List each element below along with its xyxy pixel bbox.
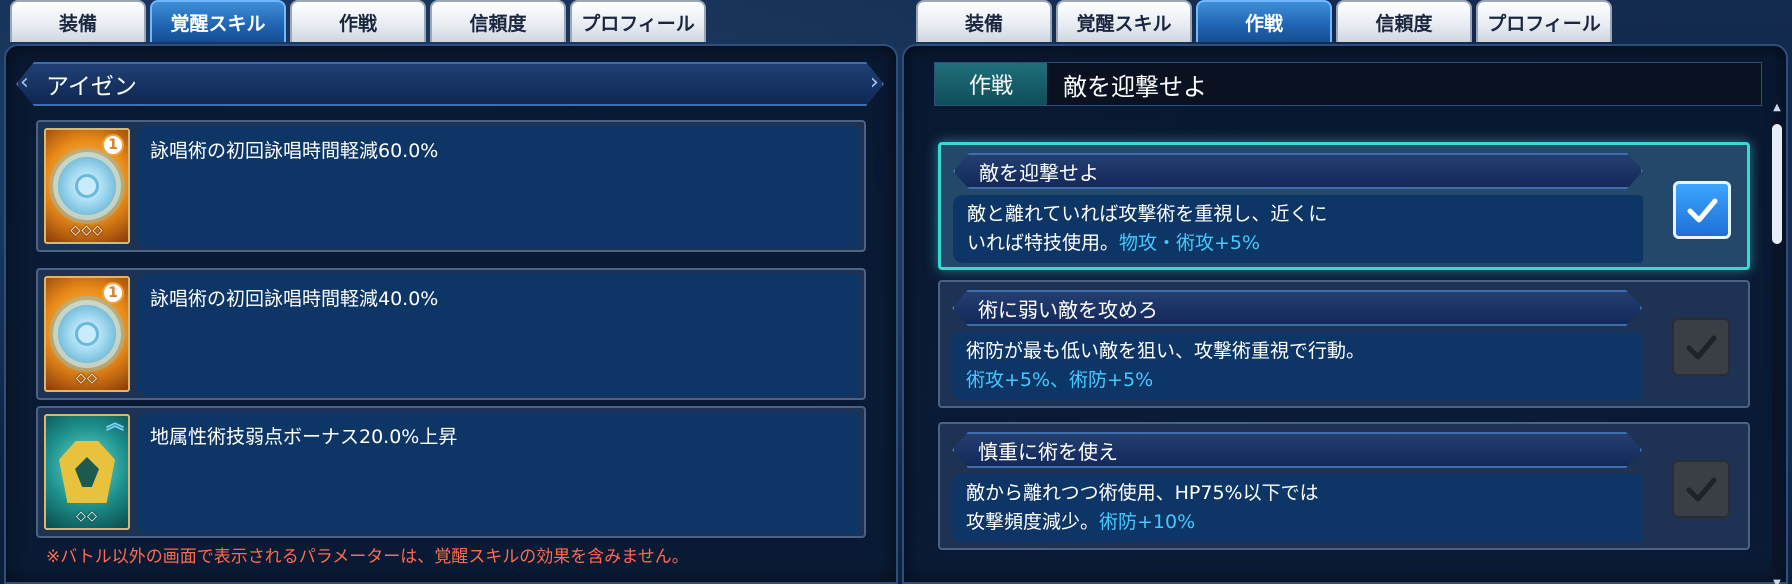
character-name: アイゼン [46, 74, 137, 100]
chevron-left-icon: ‹ [20, 70, 29, 95]
skill-icon: ︽ ◇◇ [44, 414, 130, 530]
tab-awakening-skill[interactable]: 覚醒スキル [150, 0, 286, 42]
tactic-desc-line1: 術防が最も低い敵を狙い、攻撃術重視で行動。 [966, 340, 1366, 362]
checkmark-icon [1686, 477, 1717, 502]
game-screen: 装備 覚醒スキル 作戦 信頼度 プロフィール 装備 覚醒スキル 作戦 信頼度 プ… [0, 0, 1792, 584]
tactic-card[interactable]: 慎重に術を使え 敵から離れつつ術使用、HP75%以下では 攻撃頻度減少。術防+1… [938, 422, 1750, 550]
strategy-label: 作戦 [935, 63, 1047, 105]
upgrade-badge-icon: 1 [102, 134, 124, 156]
tactic-checkbox[interactable] [1672, 318, 1730, 376]
tactic-desc-line2: 攻撃頻度減少。術防+10% [966, 508, 1628, 537]
tactic-desc-line1: 敵と離れていれば攻撃術を重視し、近くに [967, 203, 1328, 225]
tactic-title-text: 術に弱い敵を攻めろ [978, 297, 1158, 322]
skill-description: 地属性術技弱点ボーナス20.0%上昇 [138, 412, 860, 534]
tactic-title: 慎重に術を使え [952, 432, 1642, 468]
tab-strategy[interactable]: 作戦 [1196, 0, 1332, 42]
tactic-title-text: 敵を迎撃せよ [979, 160, 1099, 185]
tactic-desc-line2: いれば特技使用。物攻・術攻+5% [967, 229, 1629, 258]
tactic-desc-line2-text: いれば特技使用。 [967, 232, 1120, 254]
checkmark-icon [1687, 198, 1718, 223]
skill-description: 詠唱術の初回詠唱時間軽減40.0% [138, 274, 860, 396]
skill-description: 詠唱術の初回詠唱時間軽減60.0% [138, 126, 860, 248]
tactic-bonus: 術攻+5%、術防+5% [966, 369, 1154, 391]
checkmark-icon [1686, 335, 1717, 360]
tab-strategy[interactable]: 作戦 [290, 0, 426, 42]
tactic-title: 術に弱い敵を攻めろ [952, 290, 1642, 326]
tab-profile[interactable]: プロフィール [570, 0, 706, 42]
tactic-title: 敵を迎撃せよ [953, 153, 1643, 189]
tab-equipment[interactable]: 装備 [916, 0, 1052, 42]
tab-trust[interactable]: 信頼度 [430, 0, 566, 42]
gear-icon [58, 157, 116, 215]
left-tab-bar: 装備 覚醒スキル 作戦 信頼度 プロフィール [10, 0, 706, 42]
scroll-up-arrow-icon[interactable]: ▲ [1770, 102, 1784, 113]
tactic-desc-line2: 術攻+5%、術防+5% [966, 366, 1628, 395]
scroll-thumb[interactable] [1772, 124, 1782, 244]
skill-card[interactable]: 1 ◇◇ 詠唱術の初回詠唱時間軽減40.0% [36, 268, 866, 400]
rank-up-chevron-icon: ︽ [106, 413, 124, 434]
rank-diamonds: ◇◇◇ [70, 223, 104, 238]
tactic-bonus: 物攻・術攻+5% [1119, 232, 1261, 254]
tab-trust[interactable]: 信頼度 [1336, 0, 1472, 42]
tactic-card[interactable]: 術に弱い敵を攻めろ 術防が最も低い敵を狙い、攻撃術重視で行動。 術攻+5%、術防… [938, 280, 1750, 408]
tactic-title-text: 慎重に術を使え [978, 439, 1118, 464]
tactic-checkbox[interactable] [1673, 181, 1731, 239]
skill-icon: 1 ◇◇◇ [44, 128, 130, 244]
tactic-description: 術防が最も低い敵を狙い、攻撃術重視で行動。 術攻+5%、術防+5% [952, 332, 1642, 400]
current-strategy-bar: 作戦 敵を迎撃せよ [934, 62, 1762, 106]
skill-icon: 1 ◇◇ [44, 276, 130, 392]
tactic-desc-line1: 敵から離れつつ術使用、HP75%以下では [966, 482, 1319, 504]
skill-card[interactable]: 1 ◇◇◇ 詠唱術の初回詠唱時間軽減60.0% [36, 120, 866, 252]
tactic-list-scrollbar[interactable]: ▲ ▼ [1772, 102, 1782, 584]
awakening-skill-panel: アイゼン ‹ › 1 ◇◇◇ 詠唱術の初回詠唱時間軽減60.0% 1 ◇◇ 詠唱… [4, 44, 898, 584]
parameter-note: ※バトル以外の画面で表示されるパラメーターは、覚醒スキルの効果を含みません。 [46, 547, 689, 567]
tab-awakening-skill[interactable]: 覚醒スキル [1056, 0, 1192, 42]
tactic-card[interactable]: 敵を迎撃せよ 敵と離れていれば攻撃術を重視し、近くに いれば特技使用。物攻・術攻… [938, 142, 1750, 270]
strategy-panel: 作戦 敵を迎撃せよ 敵を迎撃せよ 敵と離れていれば攻撃術を重視し、近くに いれば… [902, 44, 1788, 584]
tactic-bonus: 術防+10% [1099, 511, 1196, 533]
current-strategy-value: 敵を迎撃せよ [1063, 72, 1207, 101]
character-name-bar: アイゼン [16, 62, 884, 106]
tactic-desc-line2-text: 攻撃頻度減少。 [966, 511, 1100, 533]
upgrade-badge-icon: 1 [102, 282, 124, 304]
chevron-right-icon: › [870, 70, 879, 95]
scroll-down-arrow-icon[interactable]: ▼ [1770, 578, 1784, 584]
rank-diamonds: ◇◇ [76, 509, 98, 524]
rank-diamonds: ◇◇ [76, 371, 98, 386]
tactic-description: 敵から離れつつ術使用、HP75%以下では 攻撃頻度減少。術防+10% [952, 474, 1642, 542]
tab-equipment[interactable]: 装備 [10, 0, 146, 42]
gear-icon [58, 305, 116, 363]
shield-icon [59, 441, 115, 503]
tactic-description: 敵と離れていれば攻撃術を重視し、近くに いれば特技使用。物攻・術攻+5% [953, 195, 1643, 263]
right-tab-bar: 装備 覚醒スキル 作戦 信頼度 プロフィール [916, 0, 1612, 42]
tactic-checkbox[interactable] [1672, 460, 1730, 518]
tab-profile[interactable]: プロフィール [1476, 0, 1612, 42]
skill-card[interactable]: ︽ ◇◇ 地属性術技弱点ボーナス20.0%上昇 [36, 406, 866, 538]
